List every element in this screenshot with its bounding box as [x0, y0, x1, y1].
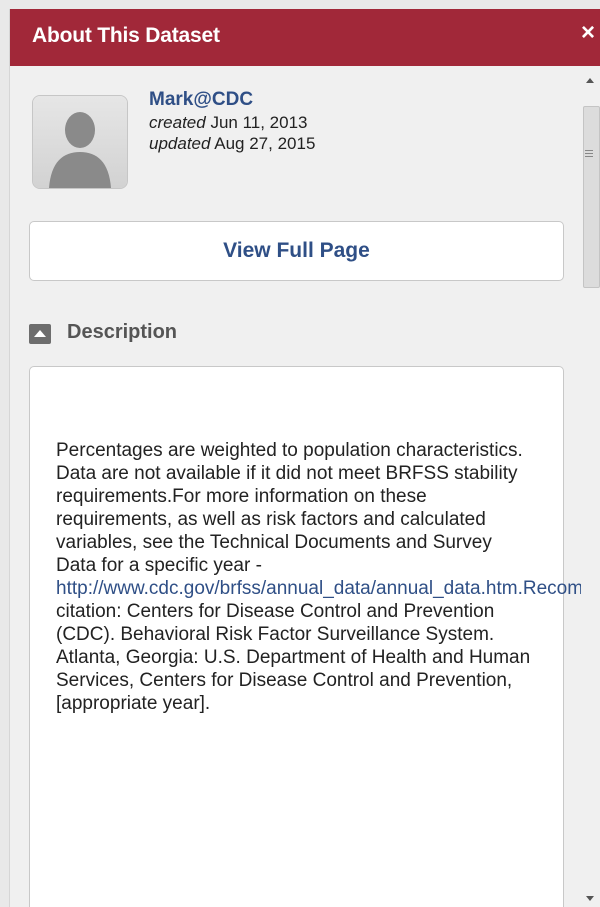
- updated-value: Aug 27, 2015: [214, 134, 316, 153]
- description-text-part-1: Percentages are weighted to population c…: [56, 440, 523, 576]
- created-label: created: [149, 113, 206, 132]
- scroll-grip-icon: [585, 150, 593, 159]
- scroll-up-arrow-icon[interactable]: [586, 78, 594, 83]
- created-value: Jun 11, 2013: [210, 113, 308, 132]
- created-date: created Jun 11, 2013: [149, 113, 307, 133]
- user-silhouette-icon: [32, 95, 128, 189]
- vertical-scrollbar[interactable]: [581, 66, 600, 907]
- scroll-down-arrow-icon[interactable]: [586, 896, 594, 901]
- view-full-page-button[interactable]: View Full Page: [29, 221, 564, 281]
- description-text: Percentages are weighted to population c…: [56, 439, 581, 715]
- author-link[interactable]: Mark@CDC: [149, 89, 253, 111]
- about-dataset-panel: About This Dataset × Mark@CDC created Ju…: [9, 9, 600, 907]
- updated-label: updated: [149, 134, 211, 153]
- panel-title: About This Dataset: [32, 24, 220, 47]
- description-text-part-2: citation: Centers for Disease Control an…: [56, 601, 531, 714]
- description-link[interactable]: http://www.cdc.gov/brfss/annual_data/ann…: [56, 578, 581, 599]
- close-icon[interactable]: ×: [581, 19, 595, 47]
- collapse-arrow-icon[interactable]: [29, 324, 51, 344]
- description-box: Percentages are weighted to population c…: [29, 366, 581, 907]
- scroll-thumb[interactable]: [583, 106, 600, 288]
- panel-header: About This Dataset ×: [10, 9, 600, 66]
- description-heading: Description: [67, 321, 178, 343]
- panel-content: Mark@CDC created Jun 11, 2013 updated Au…: [10, 66, 581, 907]
- updated-date: updated Aug 27, 2015: [149, 134, 315, 154]
